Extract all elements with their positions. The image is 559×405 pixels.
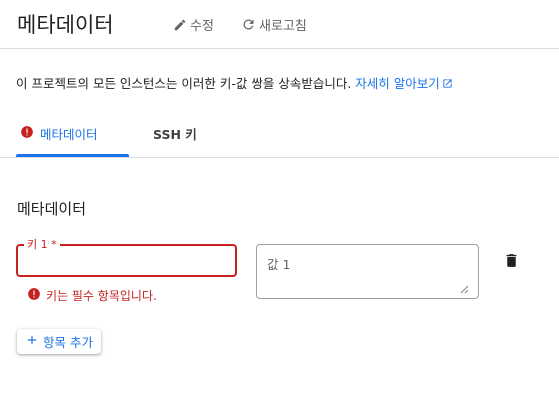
resize-handle[interactable] — [459, 279, 469, 298]
section-title: 메타데이터 — [17, 200, 87, 218]
tab-ssh-keys[interactable]: SSH 키 — [153, 124, 197, 143]
refresh-button[interactable]: 새로고침 — [241, 15, 307, 34]
tab-metadata[interactable]: 메타데이터 — [20, 124, 98, 143]
refresh-icon — [241, 17, 256, 32]
tab-metadata-label: 메타데이터 — [40, 127, 98, 142]
edit-button[interactable]: 수정 — [173, 15, 214, 34]
delete-item-button[interactable] — [503, 252, 520, 273]
add-item-button[interactable]: 항목 추가 — [17, 329, 101, 354]
key-error-message: 키는 필수 항목입니다. — [27, 287, 157, 304]
trash-icon — [503, 254, 520, 273]
add-item-label: 항목 추가 — [43, 335, 93, 350]
error-icon — [20, 125, 34, 142]
external-link-icon — [442, 77, 453, 92]
key-error-text: 키는 필수 항목입니다. — [46, 289, 157, 303]
edit-label: 수정 — [190, 19, 214, 34]
value-placeholder: 값 1 — [267, 257, 291, 272]
description: 이 프로젝트의 모든 인스턴스는 이러한 키-값 쌍을 상속받습니다. 자세히 … — [16, 73, 453, 92]
key-input-label: 키 1 * — [24, 236, 60, 252]
plus-icon — [25, 333, 39, 350]
pencil-icon — [173, 18, 187, 32]
header-divider — [0, 48, 559, 49]
learn-more-link[interactable]: 자세히 알아보기 — [355, 76, 439, 91]
error-icon — [27, 287, 41, 304]
page-title: 메타데이터 — [17, 13, 114, 37]
refresh-label: 새로고침 — [259, 19, 307, 34]
tabs-divider — [0, 157, 559, 158]
tab-ssh-keys-label: SSH 키 — [153, 127, 197, 142]
description-text: 이 프로젝트의 모든 인스턴스는 이러한 키-값 쌍을 상속받습니다. — [16, 76, 356, 91]
